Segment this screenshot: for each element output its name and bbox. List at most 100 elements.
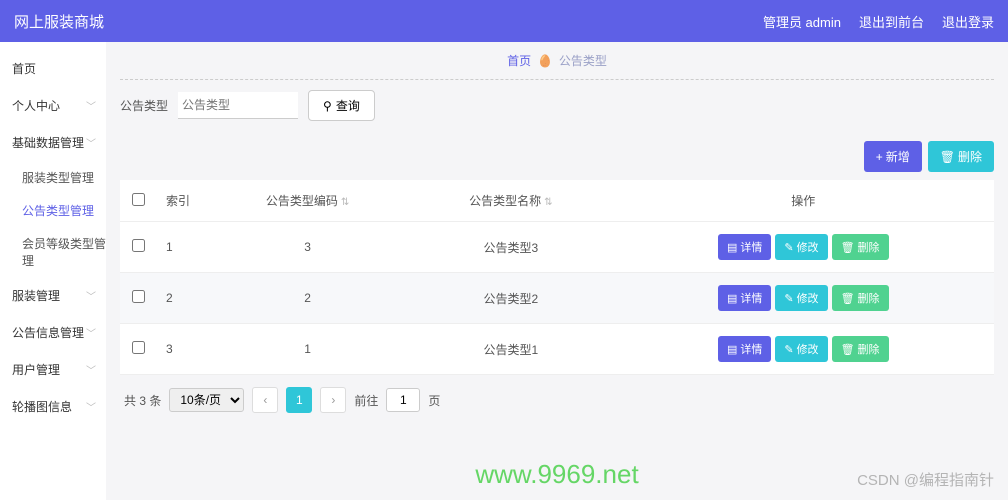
sort-icon: ⇅ — [341, 197, 349, 208]
sidebar-item-label: 用户管理 — [12, 361, 60, 378]
delete-button-label: 删除 — [958, 148, 982, 165]
sidebar-item-clothes[interactable]: 服装管理 ﹀ — [0, 277, 106, 314]
row-delete-button[interactable]: 🗑 删除 — [832, 285, 889, 311]
col-name[interactable]: 公告类型名称⇅ — [409, 180, 612, 222]
sidebar-item-basedata[interactable]: 基础数据管理 ﹀ — [0, 124, 106, 161]
egg-icon: 🥚 — [538, 54, 553, 68]
chevron-down-icon: ﹀ — [86, 362, 96, 377]
add-button[interactable]: + 新增 — [864, 141, 922, 172]
cell-index: 3 — [156, 324, 206, 375]
search-button[interactable]: ⚲ 查询 — [308, 90, 375, 121]
sidebar-item-label: 服装管理 — [12, 287, 60, 304]
crumb-current: 公告类型 — [559, 54, 607, 68]
sidebar: 首页 个人中心 ﹀ 基础数据管理 ﹀ 服装类型管理 公告类型管理 会员等级类型管… — [0, 42, 106, 500]
admin-label[interactable]: 管理员 admin — [763, 12, 841, 31]
exit-front-button[interactable]: 退出到前台 — [859, 12, 924, 31]
pager-total: 共 3 条 — [124, 392, 161, 409]
doc-icon: ▤ — [727, 241, 737, 254]
plus-icon: + — [876, 150, 883, 164]
sidebar-item-profile[interactable]: 个人中心 ﹀ — [0, 87, 106, 124]
select-all-checkbox[interactable] — [132, 193, 145, 206]
detail-button[interactable]: ▤ 详情 — [718, 285, 771, 311]
sidebar-item-label: 基础数据管理 — [12, 134, 84, 151]
row-checkbox[interactable] — [132, 239, 145, 252]
watermark-csdn: CSDN @编程指南针 — [857, 469, 994, 490]
pager-goto-suffix: 页 — [428, 392, 440, 409]
col-name-label: 公告类型名称 — [469, 194, 541, 208]
sidebar-sub-clothes-type[interactable]: 服装类型管理 — [0, 161, 106, 194]
search-icon: ⚲ — [323, 99, 332, 113]
sidebar-item-user[interactable]: 用户管理 ﹀ — [0, 351, 106, 388]
doc-icon: ▤ — [727, 292, 737, 305]
logout-button[interactable]: 退出登录 — [942, 12, 994, 31]
cell-code: 3 — [206, 222, 409, 273]
row-delete-button[interactable]: 🗑 删除 — [832, 336, 889, 362]
edit-icon: ✎ — [784, 241, 793, 254]
watermark-url: www.9969.net — [475, 459, 638, 490]
cell-name: 公告类型2 — [409, 273, 612, 324]
pager-page-1[interactable]: 1 — [286, 387, 312, 413]
chevron-down-icon: ﹀ — [86, 98, 96, 113]
pager-next-button[interactable]: › — [320, 387, 346, 413]
crumb-home[interactable]: 首页 — [507, 54, 531, 68]
trash-icon: 🗑 — [940, 150, 955, 164]
sidebar-item-home[interactable]: 首页 — [0, 50, 106, 87]
cell-index: 2 — [156, 273, 206, 324]
cell-index: 1 — [156, 222, 206, 273]
edit-button[interactable]: ✎ 修改 — [775, 336, 827, 362]
col-code[interactable]: 公告类型编码⇅ — [206, 180, 409, 222]
row-checkbox[interactable] — [132, 341, 145, 354]
detail-button[interactable]: ▤ 详情 — [718, 234, 771, 260]
search-label: 公告类型 — [120, 97, 168, 114]
row-checkbox[interactable] — [132, 290, 145, 303]
sidebar-item-notice[interactable]: 公告信息管理 ﹀ — [0, 314, 106, 351]
row-actions: ▤ 详情✎ 修改🗑 删除 — [620, 336, 986, 362]
edit-icon: ✎ — [784, 343, 793, 356]
pager-prev-button[interactable]: ‹ — [252, 387, 278, 413]
table-row: 22公告类型2▤ 详情✎ 修改🗑 删除 — [120, 273, 994, 324]
search-bar: 公告类型 ⚲ 查询 — [120, 90, 994, 121]
col-index: 索引 — [156, 180, 206, 222]
table-row: 31公告类型1 ▤ 详情✎ 修改🗑 删除 — [120, 324, 994, 375]
pagination: 共 3 条 10条/页 ‹ 1 › 前往 页 — [120, 375, 994, 425]
row-delete-button[interactable]: 🗑 删除 — [832, 234, 889, 260]
topbar-actions: 管理员 admin 退出到前台 退出登录 — [763, 12, 994, 31]
sidebar-sub-member-level[interactable]: 会员等级类型管理 — [0, 227, 106, 277]
chevron-down-icon: ﹀ — [86, 135, 96, 150]
sidebar-sub-notice-type[interactable]: 公告类型管理 — [0, 194, 106, 227]
main-content: 首页 🥚 公告类型 公告类型 ⚲ 查询 + 新增 🗑 删除 — [106, 42, 1008, 500]
cell-name: 公告类型3 — [409, 222, 612, 273]
edit-button[interactable]: ✎ 修改 — [775, 285, 827, 311]
search-button-label: 查询 — [336, 97, 360, 114]
page-size-select[interactable]: 10条/页 — [169, 388, 244, 412]
trash-icon: 🗑 — [841, 241, 855, 254]
detail-button[interactable]: ▤ 详情 — [718, 336, 771, 362]
pager-goto-label: 前往 — [354, 392, 378, 409]
edit-button[interactable]: ✎ 修改 — [775, 234, 827, 260]
pager-goto-input[interactable] — [386, 388, 420, 412]
cell-code: 1 — [206, 324, 409, 375]
sort-icon: ⇅ — [544, 197, 552, 208]
cell-code: 2 — [206, 273, 409, 324]
delete-button[interactable]: 🗑 删除 — [928, 141, 994, 172]
table-header-row: 索引 公告类型编码⇅ 公告类型名称⇅ 操作 — [120, 180, 994, 222]
add-button-label: 新增 — [886, 148, 910, 165]
chevron-down-icon: ﹀ — [86, 399, 96, 414]
row-actions: ▤ 详情✎ 修改🗑 删除 — [620, 285, 986, 311]
action-bar: + 新增 🗑 删除 — [120, 141, 994, 172]
sidebar-item-banner[interactable]: 轮播图信息 ﹀ — [0, 388, 106, 425]
trash-icon: 🗑 — [841, 292, 855, 305]
sidebar-item-label: 首页 — [12, 60, 36, 77]
brand-title: 网上服装商城 — [14, 11, 104, 32]
edit-icon: ✎ — [784, 292, 793, 305]
table-row: 13公告类型3 ▤ 详情✎ 修改🗑 删除 — [120, 222, 994, 273]
cell-name: 公告类型1 — [409, 324, 612, 375]
search-input[interactable] — [178, 92, 298, 119]
chevron-down-icon: ﹀ — [86, 288, 96, 303]
top-bar: 网上服装商城 管理员 admin 退出到前台 退出登录 — [0, 0, 1008, 42]
sidebar-item-label: 个人中心 — [12, 97, 60, 114]
sidebar-item-label: 轮播图信息 — [12, 398, 72, 415]
col-ops: 操作 — [612, 180, 994, 222]
doc-icon: ▤ — [727, 343, 737, 356]
col-code-label: 公告类型编码 — [266, 194, 338, 208]
